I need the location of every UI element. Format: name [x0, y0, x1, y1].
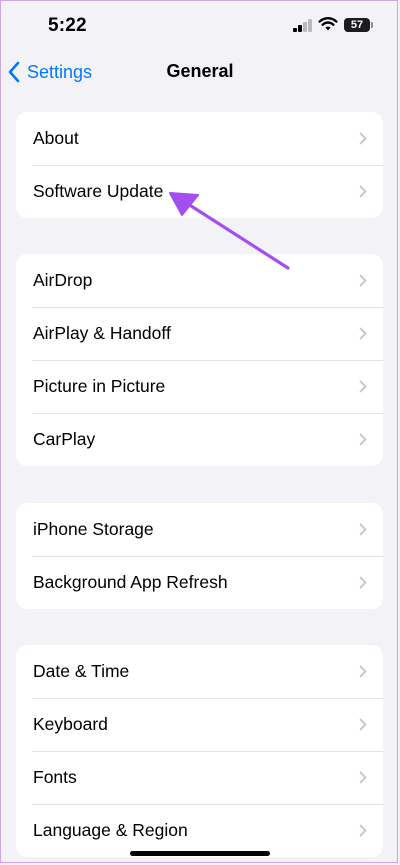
annotation-arrow-icon: [169, 192, 290, 270]
